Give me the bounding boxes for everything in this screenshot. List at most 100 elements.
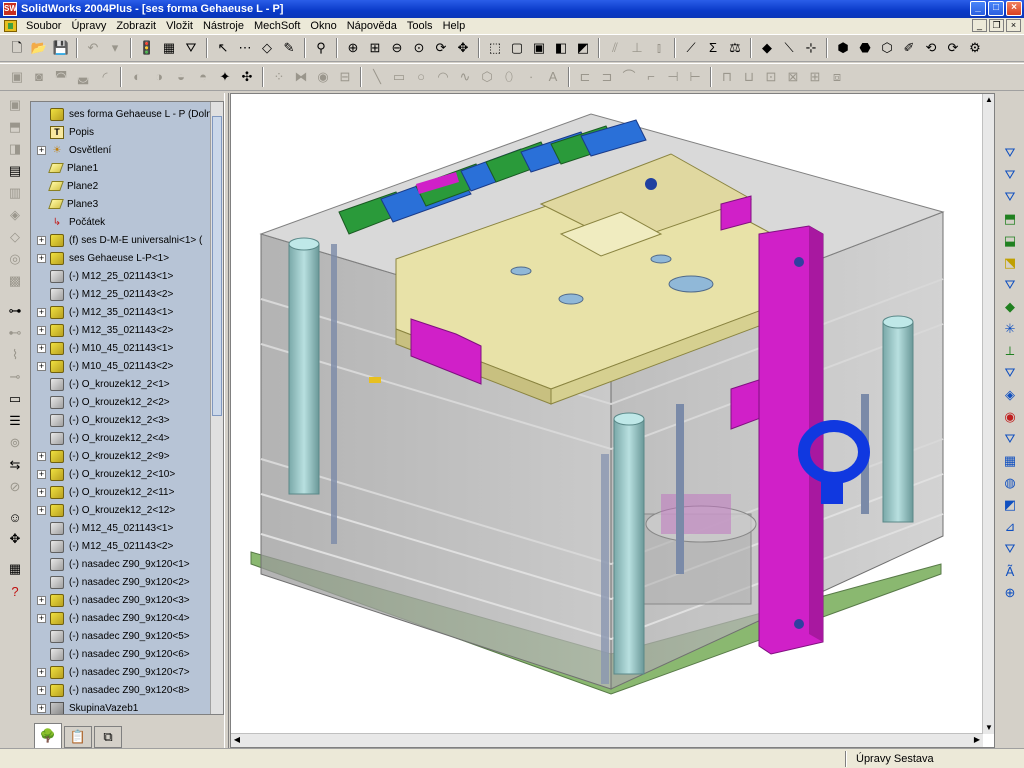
expand-icon[interactable]: + <box>37 595 46 605</box>
mold-filter-icon[interactable]: ⛛ <box>999 142 1021 164</box>
tree-item[interactable]: (-) nasadec Z90_9x120<6> <box>31 645 221 663</box>
sketch-extend-icon[interactable]: ⌒ <box>619 67 639 87</box>
tree-item[interactable]: (-) nasadec Z90_9x120<1> <box>31 555 221 573</box>
tree-item[interactable]: (-) O_krouzek12_2<2> <box>31 393 221 411</box>
sketch-arc-icon[interactable]: ◠ <box>433 67 453 87</box>
expand-icon[interactable]: + <box>37 361 46 371</box>
tree-item[interactable]: (-) M12_45_021143<2> <box>31 537 221 555</box>
tree-item[interactable]: + ses Gehaeuse L-P<1> <box>31 249 221 267</box>
tree-item[interactable]: + (-) nasadec Z90_9x120<8> <box>31 681 221 699</box>
undo-icon[interactable]: ↶ <box>83 38 103 58</box>
menu-napoveda[interactable]: Nápověda <box>342 18 402 34</box>
sketch-ellipse-icon[interactable]: ⬯ <box>499 67 519 87</box>
feature-draft-icon[interactable]: ◓ <box>193 67 213 87</box>
modify-sketch-icon[interactable]: ⊞ <box>805 67 825 87</box>
help-icon[interactable]: ? <box>5 581 25 601</box>
stack-icon[interactable]: ☰ <box>5 411 25 431</box>
mold-gate-icon[interactable]: ▦ <box>999 450 1021 472</box>
menu-mechsoft[interactable]: MechSoft <box>249 18 305 34</box>
expand-icon[interactable]: + <box>37 235 46 245</box>
feature-rib-icon[interactable]: ◒ <box>171 67 191 87</box>
eraser-icon[interactable]: ◇ <box>257 38 277 58</box>
sketch-offset-icon[interactable]: ⊏ <box>575 67 595 87</box>
tree-item[interactable]: (-) M12_25_021143<2> <box>31 285 221 303</box>
tree-item[interactable]: (-) M12_45_021143<1> <box>31 519 221 537</box>
scroll-left-button[interactable]: ◀ <box>231 734 243 746</box>
tree-item[interactable]: Plane1 <box>31 159 221 177</box>
tree-root[interactable]: ses forma Gehaeuse L - P (Dolní) <box>31 105 221 123</box>
mold-plate-icon[interactable]: ⬒ <box>999 208 1021 230</box>
tree-item[interactable]: + (-) O_krouzek12_2<10> <box>31 465 221 483</box>
axis-icon[interactable]: ⟍ <box>779 38 799 58</box>
sketch-circle-icon[interactable]: ○ <box>411 67 431 87</box>
menu-okno[interactable]: Okno <box>305 18 341 34</box>
filter-icon[interactable]: ⛛ <box>181 38 201 58</box>
drag-icon[interactable]: ✥ <box>5 529 25 549</box>
dropdown-icon[interactable]: ▾ <box>105 38 125 58</box>
select-arrow-icon[interactable]: ↖ <box>213 38 233 58</box>
scale-icon[interactable]: ◇ <box>5 227 25 247</box>
smart-dimension-icon[interactable]: ⟋ <box>681 38 701 58</box>
measure-icon[interactable]: ⚲ <box>311 38 331 58</box>
mold-guide-icon[interactable]: ⬓ <box>999 230 1021 252</box>
expand-icon[interactable]: + <box>37 667 46 677</box>
rotate-view-icon[interactable]: ⟳ <box>431 38 451 58</box>
minimize-button[interactable]: _ <box>970 1 986 16</box>
ejector-icon[interactable]: ⊸ <box>5 367 25 387</box>
tree-item[interactable]: Plane2 <box>31 177 221 195</box>
sketch-trim-icon[interactable]: ⊐ <box>597 67 617 87</box>
sketch-move-icon[interactable]: ⊢ <box>685 67 705 87</box>
rebuild-icon[interactable]: ⟲ <box>921 38 941 58</box>
tree-item[interactable]: + (-) O_krouzek12_2<12> <box>31 501 221 519</box>
tree-item[interactable]: Plane3 <box>31 195 221 213</box>
tree-item[interactable]: T Popis <box>31 123 221 141</box>
sketch-polygon-icon[interactable]: ⬡ <box>477 67 497 87</box>
sketch-line-icon[interactable]: ╲ <box>367 67 387 87</box>
mold-globe-icon[interactable]: ⊕ <box>999 582 1021 604</box>
assembly-component-icon[interactable]: ⬢ <box>833 38 853 58</box>
explode-icon[interactable]: ⬡ <box>877 38 897 58</box>
color-palette-icon[interactable]: ▦ <box>159 38 179 58</box>
mate-perpendicular-icon[interactable]: ⊥ <box>627 38 647 58</box>
doc-close-button[interactable]: × <box>1006 19 1021 32</box>
expand-icon[interactable]: + <box>37 487 46 497</box>
tree-item[interactable]: + (-) O_krouzek12_2<9> <box>31 447 221 465</box>
hidden-lines-icon[interactable]: ▣ <box>529 38 549 58</box>
mold-tool-icon[interactable]: ◈ <box>5 205 25 225</box>
shaded-edges-icon[interactable]: ◧ <box>551 38 571 58</box>
tree-item[interactable]: + ☀ Osvětlení <box>31 141 221 159</box>
sketch-spline-icon[interactable]: ∿ <box>455 67 475 87</box>
doc-minimize-button[interactable]: _ <box>972 19 987 32</box>
sketch-rectangle-icon[interactable]: ▭ <box>389 67 409 87</box>
plate-icon[interactable]: ▭ <box>5 389 25 409</box>
bolt-icon[interactable]: ⊶ <box>5 301 25 321</box>
revolve-boss-icon[interactable]: ◨ <box>5 139 25 159</box>
maximize-button[interactable]: □ <box>988 1 1004 16</box>
balance-icon[interactable]: ⚖ <box>725 38 745 58</box>
expand-icon[interactable]: + <box>37 343 46 353</box>
extrude-boss-icon[interactable]: ⬒ <box>5 117 25 137</box>
expand-icon[interactable]: + <box>37 505 46 515</box>
properties-icon[interactable]: ▦ <box>5 559 25 579</box>
wizard-icon[interactable]: ✦ <box>215 67 235 87</box>
expand-icon[interactable]: + <box>37 307 46 317</box>
wireframe-icon[interactable]: ▢ <box>507 38 527 58</box>
tree-item[interactable]: (-) O_krouzek12_2<3> <box>31 411 221 429</box>
feature-chamfer-icon[interactable]: ◐ <box>127 67 147 87</box>
plane-icon[interactable]: ◆ <box>757 38 777 58</box>
save-icon[interactable]: 💾 <box>51 38 71 58</box>
expand-icon[interactable]: + <box>37 145 46 155</box>
mold-water-icon[interactable]: ⛛ <box>999 362 1021 384</box>
tree-item[interactable]: (-) nasadec Z90_9x120<5> <box>31 627 221 645</box>
tree-item[interactable]: (-) nasadec Z90_9x120<2> <box>31 573 221 591</box>
menu-nastroje[interactable]: Nástroje <box>198 18 249 34</box>
fit-icon[interactable]: ⇆ <box>5 455 25 475</box>
mold-pin-icon[interactable]: ⛛ <box>999 274 1021 296</box>
traffic-light-icon[interactable]: 🚦 <box>137 38 157 58</box>
tree-item[interactable]: + (f) ses D-M-E universalni<1> ( <box>31 231 221 249</box>
zoom-in-out-icon[interactable]: ⊖ <box>387 38 407 58</box>
smart-fasteners-icon[interactable]: ⚙ <box>965 38 985 58</box>
expand-icon[interactable]: + <box>37 703 46 713</box>
expand-icon[interactable]: + <box>37 613 46 623</box>
tree-item[interactable]: + (-) nasadec Z90_9x120<7> <box>31 663 221 681</box>
